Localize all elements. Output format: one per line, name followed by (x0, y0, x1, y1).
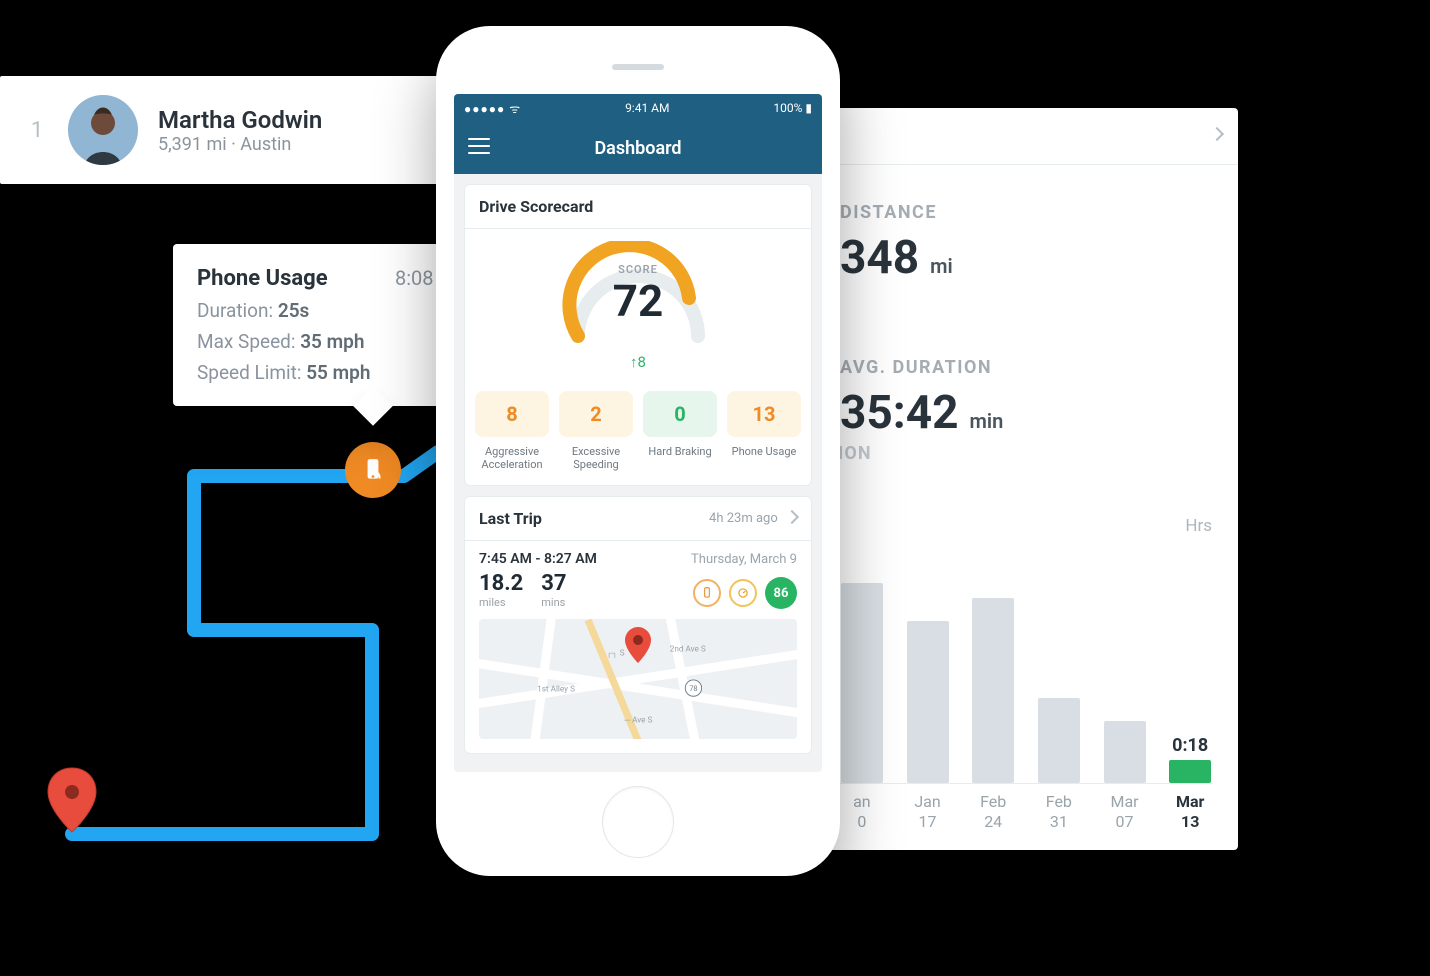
svg-text:─ Ave S: ─ Ave S (623, 715, 652, 725)
chart-bar[interactable] (840, 583, 884, 783)
signal-icon: ●●●●● ᯤ (464, 100, 521, 117)
driver-info: Martha Godwin 5,391 mi · Austin (158, 106, 322, 155)
weekly-chart: Hrs 0:18 an0Jan17Feb24Feb31Mar07Mar13 (840, 522, 1212, 832)
chart-bar[interactable] (1037, 698, 1081, 783)
tile-label: Phone Usage (727, 445, 801, 458)
tile-label: Excessive Speeding (559, 445, 633, 471)
stage: 1 Martha Godwin 5,391 mi · Austin (0, 0, 1430, 976)
home-button[interactable] (602, 786, 674, 858)
driver-name: Martha Godwin (158, 106, 322, 134)
last-trip-ago: 4h 23m ago (709, 511, 797, 526)
status-time: 9:41 AM (625, 101, 669, 115)
score-gauge: SCORE 72 (558, 241, 718, 351)
phone-usage-badge (693, 579, 721, 607)
svg-text:1st Alley S: 1st Alley S (537, 684, 575, 694)
app-title: Dashboard (594, 138, 681, 159)
status-bar: ●●●●● ᯤ 9:41 AM 100% ▮ (454, 94, 822, 122)
tile-value: 0 (643, 391, 717, 437)
axis-tick: Mar13 (1168, 792, 1212, 832)
popover-max-speed: Max Speed: 35 mph (197, 330, 469, 353)
svg-text:2nd Ave S: 2nd Ave S (670, 644, 706, 654)
score-tile-3[interactable]: 13 Phone Usage (727, 391, 801, 471)
chart-bar[interactable] (906, 621, 950, 783)
speeding-badge (729, 579, 757, 607)
tile-label: Aggressive Acceleration (475, 445, 549, 471)
trip-badges: 86 (693, 577, 797, 609)
phone-icon (360, 457, 386, 483)
metric-avg-duration: AVG. DURATION 35:42 min (840, 357, 1212, 440)
bar-value-label: 0:18 (1172, 735, 1208, 756)
last-trip-title: Last Trip (479, 509, 542, 528)
score-tile-0[interactable]: 8 Aggressive Acceleration (475, 391, 549, 471)
svg-text:┌┐ S: ┌┐ S (606, 648, 625, 659)
trip-score-badge: 86 (765, 577, 797, 609)
chart-bar[interactable] (1103, 721, 1147, 783)
tile-value: 2 (559, 391, 633, 437)
axis-tick: Mar07 (1103, 792, 1147, 832)
close-icon[interactable] (1212, 124, 1222, 143)
trip-numbers: 18.2miles 37mins (479, 571, 567, 609)
map-pin-icon (625, 627, 651, 667)
avatar (68, 95, 138, 165)
chart-bar[interactable] (971, 598, 1015, 783)
chart-bar[interactable]: 0:18 (1168, 760, 1212, 783)
scorecard-section: Drive Scorecard SCORE 72 ↑8 8 Aggressive… (464, 184, 812, 486)
trip-map[interactable]: 1st Alley S ┌┐ S 2nd Ave S ─ Ave S 78 (479, 619, 797, 739)
battery-icon: 100% ▮ (773, 101, 812, 115)
score-delta: ↑8 (630, 353, 646, 371)
phone-event-pin[interactable] (345, 442, 401, 498)
score-tile-1[interactable]: 2 Excessive Speeding (559, 391, 633, 471)
svg-text:78: 78 (689, 684, 697, 693)
axis-tick: Feb24 (971, 792, 1015, 832)
app-bar: Dashboard (454, 122, 822, 174)
chevron-right-icon (785, 510, 799, 524)
phone-screen: ●●●●● ᯤ 9:41 AM 100% ▮ Dashboard Drive S… (454, 94, 822, 772)
hamburger-icon[interactable] (468, 138, 490, 154)
axis-tick: Feb31 (1037, 792, 1081, 832)
trip-date: Thursday, March 9 (691, 552, 797, 567)
chart-y-label: Hrs (1185, 516, 1212, 536)
driver-meta: 5,391 mi · Austin (158, 134, 322, 155)
analytics-card: DISTANCE 348 mi ATION AVG. DURATION 35:4… (814, 108, 1238, 850)
avatar-image (68, 95, 138, 165)
tile-value: 13 (727, 391, 801, 437)
tile-label: Hard Braking (643, 445, 717, 458)
phone-mock: ●●●●● ᯤ 9:41 AM 100% ▮ Dashboard Drive S… (436, 26, 840, 876)
popover-title: Phone Usage (197, 266, 328, 291)
tile-value: 8 (475, 391, 549, 437)
trip-time-range: 7:45 AM - 8:27 AM (479, 551, 597, 567)
score-tile-2[interactable]: 0 Hard Braking (643, 391, 717, 471)
popover-speed-limit: Speed Limit: 55 mph (197, 361, 469, 384)
axis-tick: an0 (840, 792, 884, 832)
driver-card[interactable]: 1 Martha Godwin 5,391 mi · Austin (0, 76, 458, 184)
axis-tick: Jan17 (906, 792, 950, 832)
metric-distance: DISTANCE 348 mi (840, 202, 1212, 285)
popover-duration: Duration: 25s (197, 299, 469, 322)
scorecard-title: Drive Scorecard (465, 185, 811, 229)
last-trip-section[interactable]: Last Trip 4h 23m ago 7:45 AM - 8:27 AM T… (464, 496, 812, 754)
driver-rank: 1 (26, 118, 48, 143)
